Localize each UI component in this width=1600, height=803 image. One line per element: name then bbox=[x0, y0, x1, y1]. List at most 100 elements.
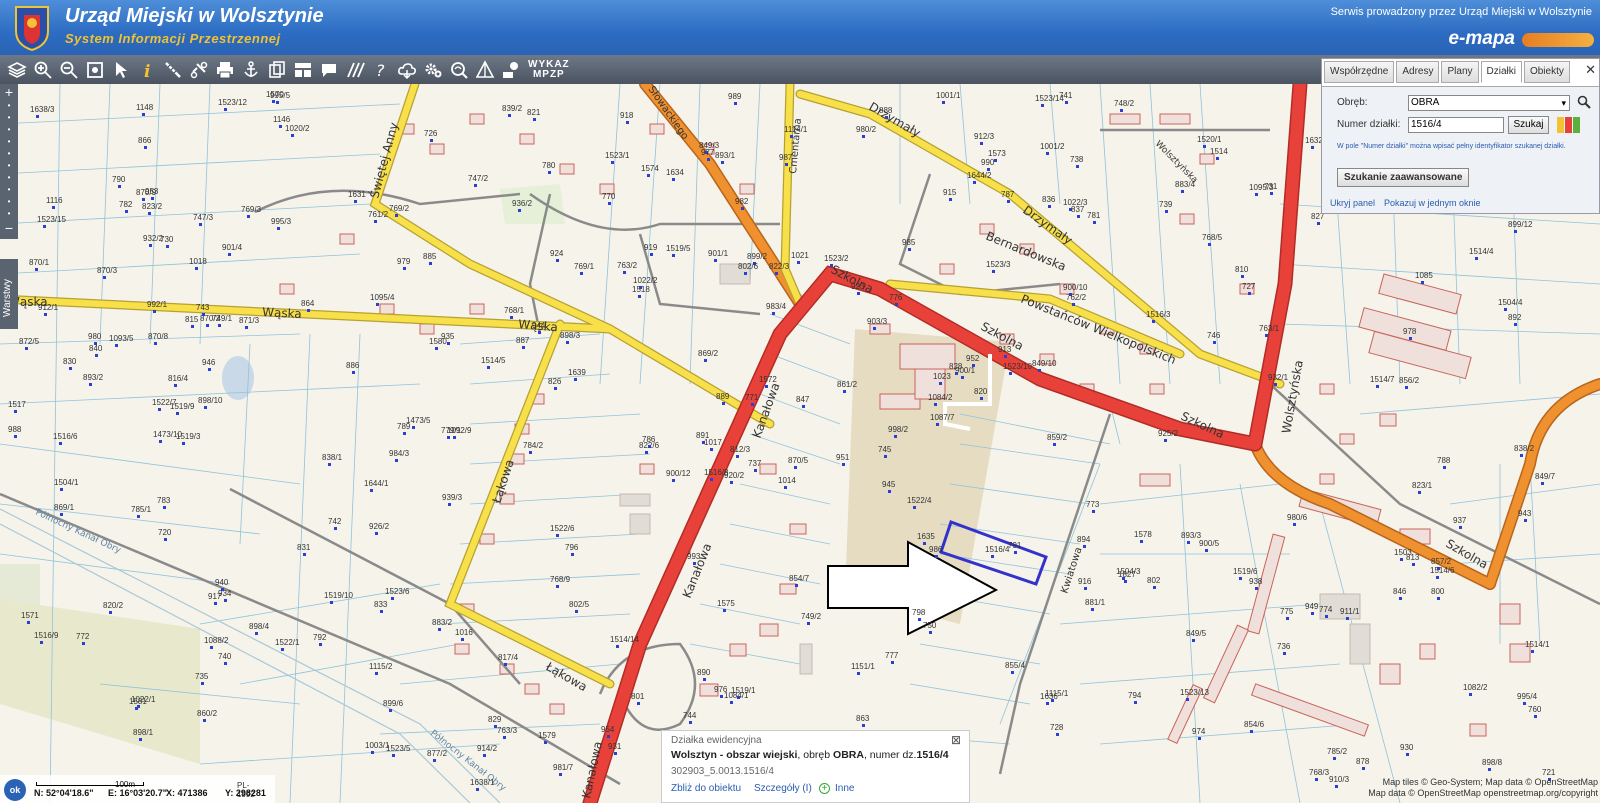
parcel-label: 1148 bbox=[136, 103, 154, 112]
address-point-marker bbox=[751, 403, 754, 406]
anchor-icon[interactable] bbox=[238, 57, 264, 83]
zoom-minus-icon[interactable]: − bbox=[0, 220, 18, 236]
address-point-marker bbox=[52, 206, 55, 209]
parcel-label: 951 bbox=[836, 453, 850, 462]
comment-icon[interactable] bbox=[316, 57, 342, 83]
address-point-marker bbox=[1065, 101, 1068, 104]
address-point-marker bbox=[772, 312, 775, 315]
more-link[interactable]: Inne bbox=[835, 783, 854, 794]
address-point-marker bbox=[1192, 639, 1195, 642]
address-point-marker bbox=[714, 259, 717, 262]
info-icon[interactable]: i bbox=[134, 57, 160, 83]
address-point-marker bbox=[1524, 519, 1527, 522]
address-point-marker bbox=[1120, 109, 1123, 112]
show-in-window-link[interactable]: Pokazuj w jednym oknie bbox=[1384, 198, 1481, 208]
close-icon[interactable]: ✕ bbox=[1585, 62, 1596, 78]
address-point-marker bbox=[504, 663, 507, 666]
hatch-icon[interactable] bbox=[342, 57, 368, 83]
measure-icon[interactable] bbox=[160, 57, 186, 83]
cloud-icon[interactable] bbox=[394, 57, 420, 83]
parcel-label: 995/4 bbox=[1517, 692, 1538, 701]
search-icon[interactable] bbox=[1577, 95, 1591, 109]
address-point-marker bbox=[403, 267, 406, 270]
tab-plany[interactable]: Plany bbox=[1441, 61, 1479, 83]
zoom-in-icon[interactable] bbox=[30, 57, 56, 83]
parcel-label: 840 bbox=[89, 344, 103, 353]
parcel-label: 791 bbox=[1008, 541, 1022, 550]
settings-icon[interactable] bbox=[420, 57, 446, 83]
site-title[interactable]: Urząd Miejski w Wolsztynie bbox=[65, 5, 324, 28]
parcel-label: 986 bbox=[929, 545, 943, 554]
help-icon[interactable]: ? bbox=[368, 57, 394, 83]
address-point-marker bbox=[744, 272, 747, 275]
parcel-label: 1644/1 bbox=[364, 479, 389, 488]
address-point-marker bbox=[149, 244, 152, 247]
address-point-marker bbox=[720, 695, 723, 698]
tab-wspolrzedne[interactable]: Współrzędne bbox=[1324, 61, 1395, 83]
parcel-label: 980/2 bbox=[856, 125, 877, 134]
parcel-label: 866 bbox=[138, 136, 152, 145]
address-point-marker bbox=[961, 376, 964, 379]
print-icon[interactable] bbox=[212, 57, 238, 83]
search-map-icon[interactable] bbox=[446, 57, 472, 83]
parcel-label: 785/1 bbox=[131, 505, 152, 514]
address-point-marker bbox=[574, 378, 577, 381]
address-point-marker bbox=[934, 403, 937, 406]
address-point-marker bbox=[453, 436, 456, 439]
parcel-label: 932/1 bbox=[1268, 373, 1289, 382]
tab-dzialki[interactable]: Działki bbox=[1480, 61, 1522, 83]
emapa-brand[interactable]: e-mapa bbox=[1448, 28, 1515, 50]
address-point-marker bbox=[1041, 104, 1044, 107]
zoom-out-icon[interactable] bbox=[56, 57, 82, 83]
zoom-levels[interactable]: • • • • • • • • • • bbox=[0, 100, 18, 220]
parcel-label: 1151/1 bbox=[851, 662, 875, 671]
layout-icon[interactable] bbox=[290, 57, 316, 83]
copy-icon[interactable] bbox=[264, 57, 290, 83]
advanced-search-button[interactable]: Szukanie zaawansowane bbox=[1337, 168, 1470, 187]
color-green-icon[interactable] bbox=[1573, 117, 1580, 133]
parcel-label: 846 bbox=[1393, 587, 1407, 596]
zoom-to-object-link[interactable]: Zbliż do obiektu bbox=[671, 783, 741, 794]
address-point-marker bbox=[559, 773, 562, 776]
layers-icon[interactable] bbox=[4, 57, 30, 83]
parcel-label: 940 bbox=[215, 578, 229, 587]
address-point-marker bbox=[151, 197, 154, 200]
color-yellow-icon[interactable] bbox=[1557, 117, 1564, 133]
parcel-label: 988 bbox=[8, 425, 22, 434]
address-point-marker bbox=[1203, 145, 1206, 148]
obreb-select[interactable]: OBRA ▾ bbox=[1408, 95, 1570, 111]
address-point-marker bbox=[1270, 192, 1273, 195]
address-point-marker bbox=[794, 466, 797, 469]
link-icon[interactable] bbox=[186, 57, 212, 83]
search-hint: W pole "Numer działki" można wpisać pełn… bbox=[1337, 143, 1566, 150]
legend-icon[interactable] bbox=[498, 57, 524, 83]
tab-obiekty[interactable]: Obiekty bbox=[1523, 61, 1570, 83]
plus-circle-icon[interactable]: + bbox=[819, 783, 830, 794]
zoom-plus-icon[interactable]: + bbox=[0, 84, 18, 100]
tab-adresy[interactable]: Adresy bbox=[1396, 61, 1440, 83]
address-point-marker bbox=[1208, 243, 1211, 246]
address-point-marker bbox=[40, 641, 43, 644]
address-point-marker bbox=[929, 631, 932, 634]
color-red-icon[interactable] bbox=[1565, 117, 1572, 133]
triangle-icon[interactable] bbox=[472, 57, 498, 83]
zoom-extent-icon[interactable] bbox=[82, 57, 108, 83]
close-icon[interactable]: ⊠ bbox=[951, 733, 961, 747]
details-link[interactable]: Szczegóły (I) bbox=[754, 783, 812, 794]
search-button[interactable]: Szukaj bbox=[1508, 116, 1549, 134]
street-label-swietej-anny: Świętej Anny bbox=[366, 121, 401, 200]
address-point-marker bbox=[639, 286, 642, 289]
layers-panel-tab[interactable]: Warstwy bbox=[0, 259, 18, 329]
parcel-label: 985 bbox=[902, 238, 916, 247]
parcel-label: 740 bbox=[218, 652, 232, 661]
zoom-slider[interactable]: + • • • • • • • • • • − bbox=[0, 84, 18, 239]
select-icon[interactable] bbox=[108, 57, 134, 83]
address-point-marker bbox=[166, 245, 169, 248]
parcel-label: 1516/6 bbox=[53, 432, 78, 441]
hide-panel-link[interactable]: Ukryj panel bbox=[1330, 198, 1375, 208]
ok-button[interactable]: ok bbox=[4, 779, 26, 801]
wykaz-mpzp-button[interactable]: WYKAZ MPZP bbox=[528, 59, 570, 80]
address-point-marker bbox=[936, 423, 939, 426]
parcel-number-input[interactable]: 1516/4 bbox=[1408, 117, 1504, 133]
parcel-label: 741 bbox=[1059, 91, 1073, 100]
